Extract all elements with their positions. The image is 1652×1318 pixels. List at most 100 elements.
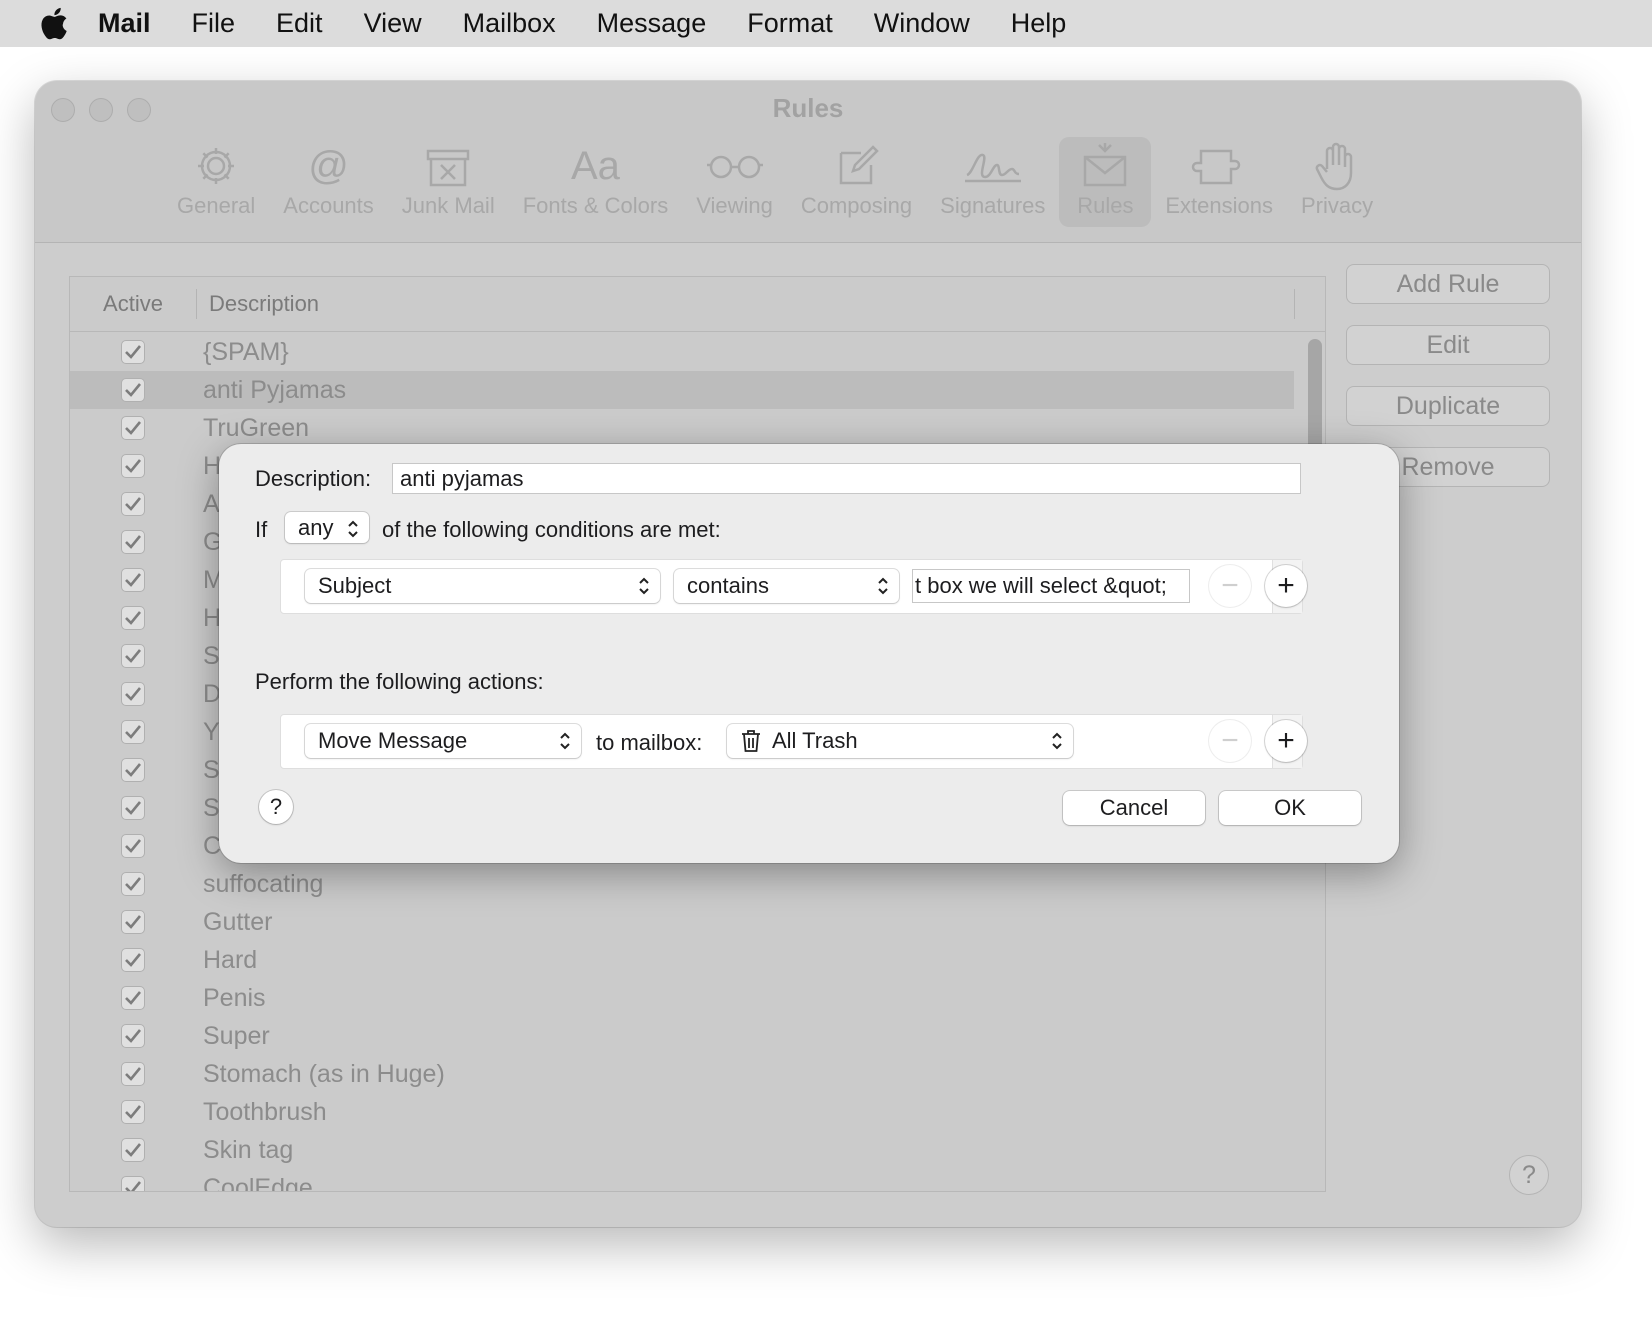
fonts-icon: Aa bbox=[570, 144, 620, 188]
cancel-button[interactable]: Cancel bbox=[1063, 791, 1205, 825]
active-checkbox[interactable] bbox=[121, 454, 145, 478]
active-checkbox[interactable] bbox=[121, 682, 145, 706]
remove-action-button[interactable]: − bbox=[1209, 720, 1251, 762]
active-checkbox[interactable] bbox=[121, 796, 145, 820]
table-row[interactable]: Gutter bbox=[70, 903, 1294, 941]
menu-view[interactable]: View bbox=[364, 8, 422, 39]
mailbox-popup[interactable]: All Trash bbox=[727, 724, 1073, 758]
tab-viewing[interactable]: Viewing bbox=[682, 137, 787, 227]
active-checkbox[interactable] bbox=[121, 758, 145, 782]
tab-fonts-colors[interactable]: Aa Fonts & Colors bbox=[509, 137, 683, 227]
rule-description: suffocating bbox=[203, 869, 324, 898]
active-checkbox[interactable] bbox=[121, 986, 145, 1010]
action-type-popup[interactable]: Move Message bbox=[305, 724, 581, 758]
rules-icon bbox=[1084, 143, 1127, 187]
table-row[interactable]: Skin tag bbox=[70, 1131, 1294, 1169]
table-row[interactable]: Hard bbox=[70, 941, 1294, 979]
remove-condition-button[interactable]: − bbox=[1209, 565, 1251, 607]
duplicate-rule-button[interactable]: Duplicate bbox=[1346, 386, 1550, 426]
checkmark-icon bbox=[125, 421, 142, 435]
rule-description: A bbox=[203, 489, 220, 518]
tab-junk-mail[interactable]: Junk Mail bbox=[388, 137, 509, 227]
active-checkbox[interactable] bbox=[121, 530, 145, 554]
chevron-updown-icon bbox=[560, 732, 570, 750]
active-checkbox[interactable] bbox=[121, 1138, 145, 1162]
menu-message[interactable]: Message bbox=[597, 8, 707, 39]
checkmark-icon bbox=[125, 611, 142, 625]
table-row[interactable]: suffocating bbox=[70, 865, 1294, 903]
match-mode-value: any bbox=[298, 514, 334, 540]
active-checkbox-cell bbox=[70, 1100, 196, 1124]
active-checkbox[interactable] bbox=[121, 872, 145, 896]
ok-button[interactable]: OK bbox=[1219, 791, 1361, 825]
column-header-active[interactable]: Active bbox=[70, 291, 196, 317]
active-checkbox-cell bbox=[70, 682, 196, 706]
active-checkbox-cell bbox=[70, 1024, 196, 1048]
active-checkbox[interactable] bbox=[121, 1062, 145, 1086]
active-checkbox[interactable] bbox=[121, 720, 145, 744]
rule-description: Super bbox=[203, 1021, 270, 1050]
active-checkbox[interactable] bbox=[121, 416, 145, 440]
tab-accounts-label: Accounts bbox=[283, 193, 374, 218]
checkmark-icon bbox=[125, 459, 142, 473]
active-checkbox-cell bbox=[70, 986, 196, 1010]
tab-accounts[interactable]: @ Accounts bbox=[269, 137, 388, 227]
table-row[interactable]: {SPAM} bbox=[70, 333, 1294, 371]
condition-value-field[interactable]: t box we will select &quot; bbox=[912, 569, 1190, 603]
menu-edit[interactable]: Edit bbox=[276, 8, 323, 39]
description-field[interactable]: anti pyjamas bbox=[392, 463, 1301, 494]
chevron-updown-icon bbox=[639, 577, 649, 595]
menu-app-mail[interactable]: Mail bbox=[98, 8, 151, 39]
column-header-description[interactable]: Description bbox=[197, 291, 319, 317]
menu-mailbox[interactable]: Mailbox bbox=[463, 8, 556, 39]
active-checkbox[interactable] bbox=[121, 1024, 145, 1048]
match-mode-popup[interactable]: any bbox=[285, 512, 369, 543]
tab-rules[interactable]: Rules bbox=[1059, 137, 1152, 227]
sheet-help-button[interactable]: ? bbox=[259, 790, 293, 824]
table-row[interactable]: TruGreen bbox=[70, 409, 1294, 447]
tab-extensions[interactable]: Extensions bbox=[1151, 137, 1287, 227]
table-row[interactable]: CoolEdge bbox=[70, 1169, 1294, 1191]
rules-scrollbar[interactable] bbox=[1308, 339, 1322, 459]
add-action-button[interactable]: + bbox=[1265, 720, 1307, 762]
checkmark-icon bbox=[125, 345, 142, 359]
condition-operator-popup[interactable]: contains bbox=[674, 569, 899, 603]
menu-file[interactable]: File bbox=[192, 8, 236, 39]
active-checkbox[interactable] bbox=[121, 492, 145, 516]
add-rule-button[interactable]: Add Rule bbox=[1346, 264, 1550, 304]
table-row[interactable]: anti Pyjamas bbox=[70, 371, 1294, 409]
active-checkbox[interactable] bbox=[121, 340, 145, 364]
table-row[interactable]: Super bbox=[70, 1017, 1294, 1055]
apple-logo-icon[interactable] bbox=[40, 7, 70, 41]
checkmark-icon bbox=[125, 801, 142, 815]
description-label: Description: bbox=[255, 466, 372, 491]
active-checkbox[interactable] bbox=[121, 1100, 145, 1124]
extensions-icon bbox=[1191, 149, 1241, 185]
menu-format[interactable]: Format bbox=[747, 8, 833, 39]
table-row[interactable]: Toothbrush bbox=[70, 1093, 1294, 1131]
tab-signatures-label: Signatures bbox=[940, 193, 1046, 218]
tab-composing[interactable]: Composing bbox=[787, 137, 926, 227]
active-checkbox[interactable] bbox=[121, 378, 145, 402]
tab-privacy[interactable]: Privacy bbox=[1287, 137, 1387, 227]
table-row[interactable]: Stomach (as in Huge) bbox=[70, 1055, 1294, 1093]
tab-general[interactable]: General bbox=[163, 137, 269, 227]
add-condition-button[interactable]: + bbox=[1265, 565, 1307, 607]
active-checkbox[interactable] bbox=[121, 606, 145, 630]
edit-rule-button[interactable]: Edit bbox=[1346, 325, 1550, 365]
active-checkbox[interactable] bbox=[121, 834, 145, 858]
active-checkbox[interactable] bbox=[121, 948, 145, 972]
active-checkbox[interactable] bbox=[121, 644, 145, 668]
window-help-button[interactable]: ? bbox=[1509, 1155, 1549, 1195]
active-checkbox[interactable] bbox=[121, 568, 145, 592]
tab-viewing-label: Viewing bbox=[696, 193, 773, 218]
tab-signatures[interactable]: Signatures bbox=[926, 137, 1059, 227]
compose-icon bbox=[839, 145, 879, 185]
menu-window[interactable]: Window bbox=[874, 8, 970, 39]
active-checkbox[interactable] bbox=[121, 1176, 145, 1191]
table-row[interactable]: Penis bbox=[70, 979, 1294, 1017]
condition-field-popup[interactable]: Subject bbox=[305, 569, 660, 603]
if-label: If bbox=[255, 517, 268, 542]
active-checkbox[interactable] bbox=[121, 910, 145, 934]
menu-help[interactable]: Help bbox=[1011, 8, 1067, 39]
